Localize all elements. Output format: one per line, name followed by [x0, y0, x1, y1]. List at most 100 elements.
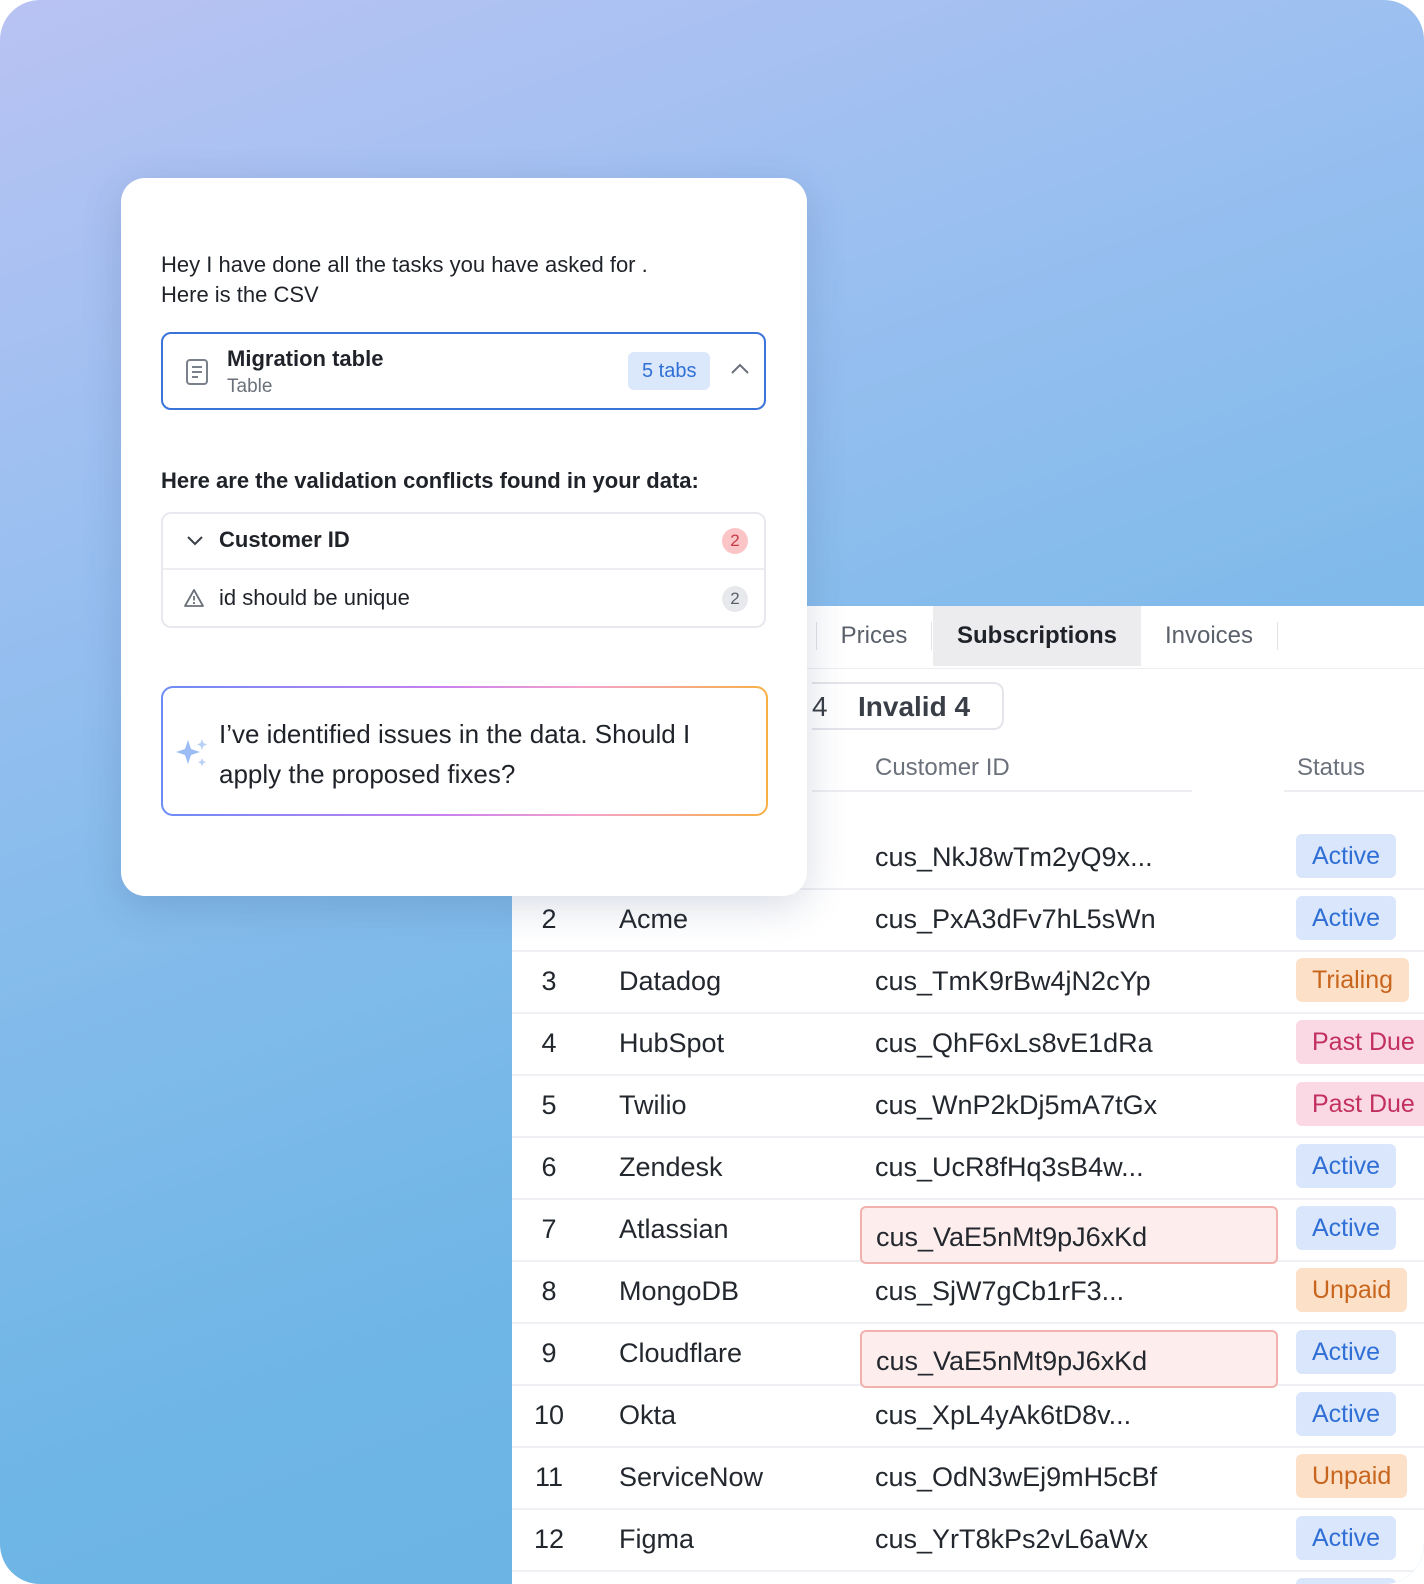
- row-number: 7: [541, 1214, 557, 1244]
- conflict-rule-unique[interactable]: id should be unique 2: [163, 570, 764, 628]
- status-badge: Trialing: [1296, 958, 1410, 1002]
- table-row[interactable]: 13 Notion cus_MhG5bRn7jQ1d Active: [512, 1570, 1424, 1584]
- filter-count: 4: [812, 691, 828, 722]
- sparkle-icon: [175, 736, 209, 775]
- file-type: Table: [227, 376, 273, 397]
- row-number: 13: [512, 1570, 586, 1584]
- row-number: 6: [541, 1152, 557, 1182]
- customer-id-cell-conflict[interactable]: cus_VaE5nMt9pJ6xKd: [860, 1206, 1278, 1264]
- table-row[interactable]: 2 Acme cus_PxA3dFv7hL5sWn Active: [512, 888, 1424, 952]
- customer-id-cell[interactable]: cus_PxA3dFv7hL5sWn: [875, 888, 1156, 950]
- row-company-name: Zendesk: [619, 1152, 723, 1182]
- status-badge: Active: [1296, 896, 1397, 940]
- warning-icon: [183, 588, 205, 613]
- customer-id-cell[interactable]: cus_OdN3wEj9mH5cBf: [875, 1446, 1157, 1508]
- chevron-down-icon[interactable]: [185, 534, 205, 553]
- status-badge: Active: [1296, 1206, 1397, 1250]
- row-number: 10: [533, 1400, 565, 1430]
- row-number: 8: [541, 1276, 557, 1306]
- tabs-count-badge: 5 tabs: [628, 352, 711, 390]
- tab-subscriptions[interactable]: Subscriptions: [933, 606, 1141, 666]
- row-company-name: Notion: [619, 1570, 697, 1584]
- row-company-name: Acme: [619, 904, 689, 934]
- table-row[interactable]: 3 Datadog cus_TmK9rBw4jN2cYp Trialing: [512, 950, 1424, 1014]
- column-header-status[interactable]: Status: [1297, 754, 1365, 782]
- row-company-name: Atlassian: [619, 1214, 729, 1244]
- status-badge: Unpaid: [1296, 1454, 1408, 1498]
- message-line: Hey I have done all the tasks you have a…: [161, 252, 648, 277]
- tab-divider: [1277, 622, 1278, 650]
- assistant-message: Hey I have done all the tasks you have a…: [161, 250, 648, 310]
- status-badge: Past Due: [1296, 1020, 1424, 1064]
- row-company-name: ServiceNow: [619, 1462, 764, 1492]
- row-number: 9: [541, 1338, 557, 1368]
- table-row[interactable]: 10 Okta cus_XpL4yAk6tD8v... Active: [512, 1384, 1424, 1448]
- tab-invoices[interactable]: Invoices: [1142, 606, 1276, 666]
- conflict-count-badge: 2: [722, 528, 748, 554]
- row-company-name: Figma: [619, 1524, 695, 1554]
- conflict-rule-count: 2: [722, 586, 748, 612]
- table-row[interactable]: 8 MongoDB cus_SjW7gCb1rF3... Unpaid: [512, 1260, 1424, 1324]
- document-icon: [185, 358, 209, 391]
- column-header-customer-id[interactable]: Customer ID: [875, 754, 1010, 782]
- row-number: 5: [541, 1090, 557, 1120]
- ai-suggestion-text: I’ve identified issues in the data. Shou…: [219, 719, 691, 789]
- conflict-group-customer-id[interactable]: Customer ID 2: [163, 514, 764, 570]
- row-number: 2: [541, 904, 557, 934]
- customer-id-cell-conflict[interactable]: cus_VaE5nMt9pJ6xKd: [860, 1330, 1278, 1388]
- status-badge: Unpaid: [1296, 1268, 1408, 1312]
- customer-id-cell[interactable]: cus_TmK9rBw4jN2cYp: [875, 950, 1151, 1012]
- row-company-name: Okta: [619, 1400, 677, 1430]
- ai-suggestion-inner: I’ve identified issues in the data. Shou…: [163, 688, 766, 814]
- customer-id-cell[interactable]: cus_XpL4yAk6tD8v...: [875, 1384, 1131, 1446]
- status-badge: Active: [1296, 1516, 1397, 1560]
- conflict-group-label: Customer ID: [219, 527, 350, 552]
- table-row[interactable]: 11 ServiceNow cus_OdN3wEj9mH5cBf Unpaid: [512, 1446, 1424, 1510]
- row-company-name: Cloudflare: [619, 1338, 743, 1368]
- status-badge: Active: [1296, 1144, 1397, 1188]
- row-company-name: Twilio: [619, 1090, 687, 1120]
- status-badge: Active: [1296, 1392, 1397, 1436]
- filter-invalid-label: Invalid 4: [858, 691, 971, 722]
- status-badge: Past Due: [1296, 1082, 1424, 1126]
- header-divider: [812, 790, 1192, 792]
- canvas: Prices Subscriptions Invoices 4 Invalid …: [0, 0, 1424, 1584]
- ai-suggestion-prompt[interactable]: I’ve identified issues in the data. Shou…: [161, 686, 768, 816]
- table-row[interactable]: 9 Cloudflare cus_VaE5nMt9pJ6xKd Active: [512, 1322, 1424, 1388]
- header-divider: [1284, 790, 1424, 792]
- conflict-list: Customer ID 2 id should be unique 2: [161, 512, 766, 628]
- message-line: Here is the CSV: [161, 282, 319, 307]
- row-company-name: Datadog: [619, 966, 722, 996]
- row-number: 4: [541, 1028, 557, 1058]
- invalid-filter[interactable]: 4 Invalid 4: [812, 682, 1004, 730]
- customer-id-cell[interactable]: cus_QhF6xLs8vE1dRa: [875, 1012, 1153, 1074]
- customer-id-cell[interactable]: cus_SjW7gCb1rF3...: [875, 1260, 1124, 1322]
- customer-id-cell[interactable]: cus_UcR8fHq3sB4w...: [875, 1136, 1144, 1198]
- validation-heading: Here are the validation conflicts found …: [161, 468, 699, 493]
- table-row[interactable]: 6 Zendesk cus_UcR8fHq3sB4w... Active: [512, 1136, 1424, 1200]
- status-badge: Active: [1296, 834, 1397, 878]
- table-row[interactable]: 7 Atlassian cus_VaE5nMt9pJ6xKd Active: [512, 1198, 1424, 1264]
- row-company-name: HubSpot: [619, 1028, 725, 1058]
- chevron-up-icon[interactable]: [729, 362, 751, 381]
- conflict-rule-label: id should be unique: [219, 585, 410, 610]
- customer-id-cell[interactable]: cus_YrT8kPs2vL6aWx: [875, 1508, 1148, 1570]
- status-badge: Active: [1296, 1578, 1397, 1584]
- tab-prices[interactable]: Prices: [818, 606, 930, 666]
- tab-divider: [931, 622, 932, 650]
- customer-id-cell[interactable]: cus_NkJ8wTm2yQ9x...: [875, 826, 1153, 888]
- table-row[interactable]: 12 Figma cus_YrT8kPs2vL6aWx Active: [512, 1508, 1424, 1572]
- status-badge: Active: [1296, 1330, 1397, 1374]
- customer-id-cell[interactable]: cus_MhG5bRn7jQ1d: [875, 1570, 1127, 1584]
- row-number: 3: [541, 966, 557, 996]
- row-number: 11: [534, 1462, 564, 1492]
- row-number: 12: [533, 1524, 565, 1554]
- table-row[interactable]: 5 Twilio cus_WnP2kDj5mA7tGx Past Due: [512, 1074, 1424, 1138]
- chat-card: Hey I have done all the tasks you have a…: [121, 178, 807, 896]
- file-attachment-card[interactable]: Migration table Table 5 tabs: [161, 332, 766, 410]
- table-row[interactable]: 4 HubSpot cus_QhF6xLs8vE1dRa Past Due: [512, 1012, 1424, 1076]
- tab-divider: [816, 622, 817, 650]
- row-company-name: MongoDB: [619, 1276, 740, 1306]
- customer-id-cell[interactable]: cus_WnP2kDj5mA7tGx: [875, 1074, 1157, 1136]
- file-title: Migration table: [227, 346, 384, 371]
